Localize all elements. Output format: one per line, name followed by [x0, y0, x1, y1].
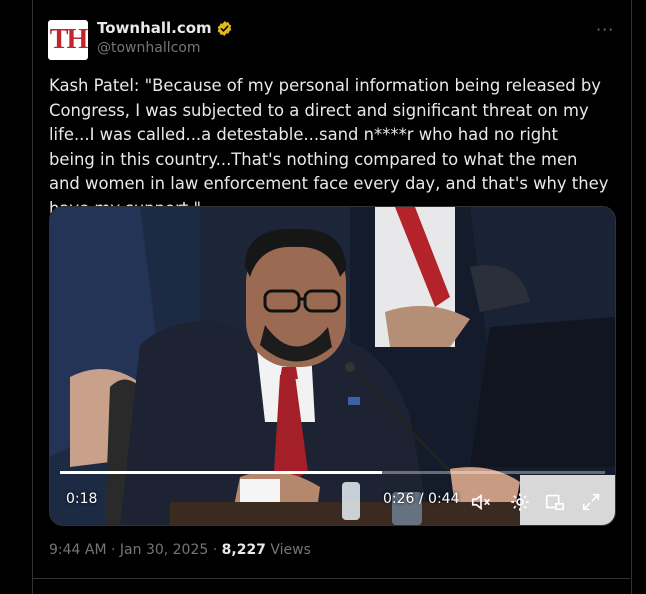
- video-left-time: 0:18: [66, 491, 98, 507]
- tweet-date[interactable]: Jan 30, 2025: [120, 542, 208, 558]
- mute-icon[interactable]: [470, 491, 492, 513]
- tweet-time[interactable]: 9:44 AM: [49, 542, 107, 558]
- video-player[interactable]: 0:18 0:26 / 0:44: [49, 206, 616, 526]
- meta-separator: ·: [208, 542, 222, 558]
- fullscreen-icon[interactable]: [580, 491, 602, 513]
- author-display-name[interactable]: Townhall.com: [97, 19, 212, 37]
- author-handle[interactable]: @townhallcom: [97, 40, 201, 56]
- settings-gear-icon[interactable]: [509, 491, 531, 513]
- meta-separator: ·: [106, 542, 120, 558]
- views-label: Views: [265, 542, 311, 558]
- tweet-meta: 9:44 AM · Jan 30, 2025 · 8,227 Views: [49, 542, 311, 558]
- divider: [32, 578, 630, 579]
- avatar[interactable]: TH: [48, 20, 88, 60]
- more-options-icon[interactable]: ···: [596, 20, 614, 39]
- avatar-logo-text: TH: [49, 24, 88, 55]
- video-progress-fill: [60, 471, 382, 474]
- tweet-text: Kash Patel: "Because of my personal info…: [49, 76, 609, 218]
- video-frame-hearing: [50, 207, 615, 525]
- pip-icon[interactable]: [544, 491, 566, 513]
- views-count: 8,227: [221, 542, 266, 558]
- video-time-display: 0:26 / 0:44: [383, 491, 460, 507]
- verified-badge-icon: [217, 20, 231, 36]
- author-name-row[interactable]: Townhall.com: [97, 19, 233, 37]
- video-progress-bar[interactable]: [60, 471, 605, 474]
